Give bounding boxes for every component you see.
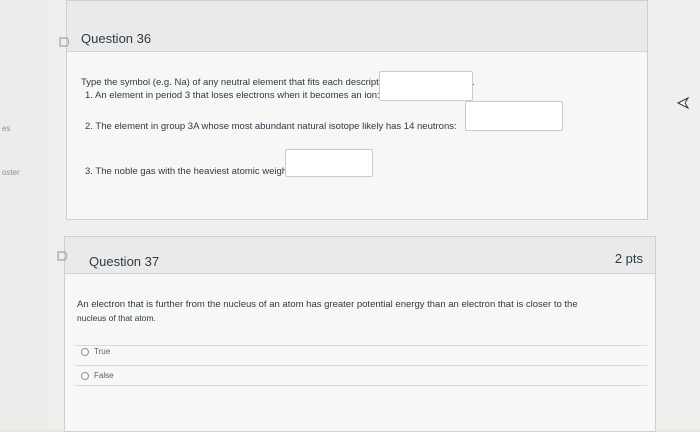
option-label: False: [94, 371, 114, 380]
question-36-header: Question 36: [59, 1, 647, 52]
question-prompt-line-1: An electron that is further from the nuc…: [77, 299, 578, 310]
option-divider: [75, 385, 647, 386]
question-36-card: Question 36 Type the symbol (e.g. Na) of…: [59, 0, 648, 220]
answer-1-label: 1. An element in period 3 that loses ele…: [85, 90, 380, 101]
flag-icon[interactable]: [59, 37, 71, 47]
answer-2-label: 2. The element in group 3A whose most ab…: [85, 121, 457, 132]
course-nav-strip: es oster: [0, 0, 49, 430]
quiz-page: Question 36 Type the symbol (e.g. Na) of…: [48, 0, 700, 432]
radio-button[interactable]: [81, 371, 89, 380]
option-false[interactable]: False: [81, 371, 114, 380]
option-divider: [75, 345, 647, 346]
nav-label-partial[interactable]: es: [2, 124, 10, 133]
question-points: 2 pts: [614, 251, 643, 266]
option-true[interactable]: True: [81, 347, 110, 356]
question-prompt-line-2: nucleus of that atom.: [77, 313, 156, 323]
answer-3-input[interactable]: [285, 149, 373, 177]
answer-1-input[interactable]: [379, 71, 473, 101]
answer-2-input[interactable]: [465, 101, 563, 131]
option-label: True: [94, 347, 111, 356]
question-title: Question 37: [89, 254, 160, 269]
option-divider: [75, 365, 647, 366]
answer-3-label: 3. The noble gas with the heaviest atomi…: [85, 166, 293, 177]
question-37-header: Question 37 2 pts: [57, 237, 655, 274]
nav-label-partial[interactable]: oster: [2, 168, 20, 177]
mouse-cursor-icon: [676, 96, 690, 110]
radio-button[interactable]: [81, 347, 89, 356]
flag-icon[interactable]: [57, 251, 69, 261]
question-37-card: Question 37 2 pts An electron that is fu…: [57, 236, 656, 432]
question-title: Question 36: [81, 31, 152, 46]
